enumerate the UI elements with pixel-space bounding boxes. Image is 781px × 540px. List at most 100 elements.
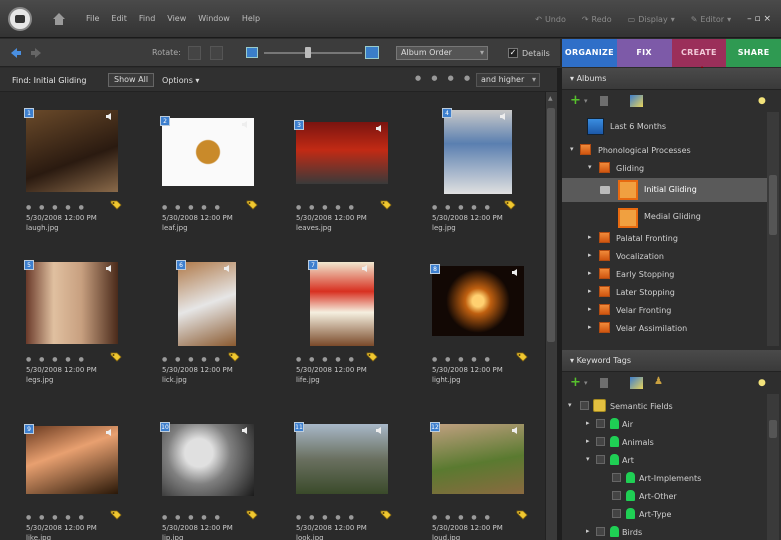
- chevron-down-icon[interactable]: ▾: [588, 163, 592, 171]
- chevron-down-icon[interactable]: ▾: [568, 401, 572, 409]
- chevron-right-icon[interactable]: ▸: [588, 287, 592, 295]
- editor-button[interactable]: ✎ Editor ▾: [691, 15, 731, 24]
- photo-rating-stars[interactable]: ● ● ● ● ●: [296, 514, 357, 521]
- albums-scrollbar-thumb[interactable]: [769, 175, 777, 235]
- photo-rating-stars[interactable]: ● ● ● ● ●: [296, 356, 357, 363]
- photo-cell[interactable]: 9 ● ● ● ● ● 5/30/2008 12:00 PM like.jpg: [22, 420, 140, 540]
- small-thumbnail-icon[interactable]: [246, 47, 258, 58]
- album-row[interactable]: ▸ Velar Fronting: [562, 302, 767, 320]
- album-row[interactable]: ▸ Later Stopping: [562, 284, 767, 302]
- menu-view[interactable]: View: [167, 14, 186, 23]
- photo-rating-stars[interactable]: ● ● ● ● ●: [26, 356, 87, 363]
- audio-caption-icon[interactable]: [512, 427, 520, 434]
- chevron-down-icon[interactable]: ▾: [584, 379, 588, 387]
- photo-rating-stars[interactable]: ● ● ● ● ●: [432, 356, 493, 363]
- audio-caption-icon[interactable]: [224, 265, 232, 272]
- lightbulb-icon[interactable]: ●: [758, 96, 766, 106]
- keyword-tag-icon[interactable]: [246, 508, 258, 520]
- thumbnail-size-slider[interactable]: [264, 52, 362, 54]
- photo-thumbnail[interactable]: [432, 266, 524, 336]
- display-button[interactable]: ▭ Display ▾: [628, 15, 675, 24]
- options-menu[interactable]: Options ▾: [162, 76, 199, 85]
- show-all-button[interactable]: Show All: [108, 73, 155, 87]
- photo-cell[interactable]: 1 ● ● ● ● ● 5/30/2008 12:00 PM laugh.jpg: [22, 108, 140, 240]
- photo-rating-stars[interactable]: ● ● ● ● ●: [432, 514, 493, 521]
- keyword-row[interactable]: ▸ Birds: [562, 524, 767, 540]
- keyword-checkbox[interactable]: [596, 527, 605, 536]
- keyword-tag-icon[interactable]: [110, 508, 122, 520]
- organizer-logo-icon[interactable]: [8, 7, 32, 31]
- back-arrow-icon[interactable]: [8, 46, 22, 60]
- tab-create[interactable]: CREATE: [671, 39, 727, 67]
- keyword-tag-icon[interactable]: [228, 350, 240, 362]
- menu-window[interactable]: Window: [198, 14, 230, 23]
- photo-thumbnail[interactable]: [26, 262, 118, 344]
- photo-thumbnail[interactable]: [296, 122, 388, 184]
- grid-scrollbar-thumb[interactable]: [547, 108, 555, 342]
- audio-caption-icon[interactable]: [512, 269, 520, 276]
- keyword-tag-icon[interactable]: [246, 198, 258, 210]
- audio-caption-icon[interactable]: [376, 125, 384, 132]
- keyword-checkbox[interactable]: [612, 491, 621, 500]
- chevron-down-icon[interactable]: ▾: [570, 145, 574, 153]
- keywords-scrollbar[interactable]: [767, 394, 779, 540]
- photo-rating-stars[interactable]: ● ● ● ● ●: [432, 204, 493, 211]
- delete-icon[interactable]: [600, 378, 608, 388]
- photo-thumbnail[interactable]: [162, 118, 254, 186]
- photo-cell[interactable]: 11 ● ● ● ● ● 5/30/2008 12:00 PM look.jpg: [292, 420, 410, 540]
- photo-cell[interactable]: 8 ● ● ● ● ● 5/30/2008 12:00 PM light.jpg: [428, 262, 546, 392]
- photo-thumbnail[interactable]: [432, 424, 524, 494]
- rating-filter-select[interactable]: and higher: [476, 73, 540, 87]
- album-row[interactable]: ▸ Velar Assimilation: [562, 320, 767, 338]
- menu-find[interactable]: Find: [139, 14, 155, 23]
- photo-cell[interactable]: 3 ● ● ● ● ● 5/30/2008 12:00 PM leaves.jpg: [292, 110, 410, 240]
- keyword-tag-icon[interactable]: [366, 350, 378, 362]
- album-row[interactable]: ▾ Gliding: [562, 160, 767, 178]
- album-row[interactable]: Medial Gliding: [562, 206, 767, 228]
- photo-rating-stars[interactable]: ● ● ● ● ●: [296, 204, 357, 211]
- photo-cell[interactable]: 6 ● ● ● ● ● 5/30/2008 12:00 PM lick.jpg: [158, 260, 276, 392]
- rotate-left-button[interactable]: [188, 46, 201, 60]
- photo-cell[interactable]: 4 ● ● ● ● ● 5/30/2008 12:00 PM leg.jpg: [428, 108, 546, 240]
- photo-thumbnail[interactable]: [26, 426, 118, 494]
- undo-button[interactable]: ↶ Undo: [535, 15, 566, 24]
- chevron-right-icon[interactable]: ▸: [588, 233, 592, 241]
- keyword-checkbox[interactable]: [596, 455, 605, 464]
- audio-caption-icon[interactable]: [106, 113, 114, 120]
- photo-rating-stars[interactable]: ● ● ● ● ●: [162, 356, 223, 363]
- keyword-row[interactable]: Art-Type: [562, 506, 767, 524]
- keyword-row[interactable]: Art-Implements: [562, 470, 767, 488]
- tab-fix[interactable]: FIX: [616, 39, 672, 67]
- photo-cell[interactable]: 5 ● ● ● ● ● 5/30/2008 12:00 PM legs.jpg: [22, 260, 140, 392]
- keywords-scrollbar-thumb[interactable]: [769, 420, 777, 438]
- home-icon[interactable]: [52, 12, 66, 26]
- photo-cell[interactable]: 7 ● ● ● ● ● 5/30/2008 12:00 PM life.jpg: [292, 260, 410, 392]
- album-row[interactable]: ▸ Early Stopping: [562, 266, 767, 284]
- photo-thumbnail[interactable]: [178, 262, 236, 346]
- keyword-tag-icon[interactable]: [380, 198, 392, 210]
- redo-button[interactable]: ↷ Redo: [582, 15, 612, 24]
- window-controls[interactable]: – ▫ ×: [747, 14, 771, 24]
- photo-rating-stars[interactable]: ● ● ● ● ●: [162, 514, 223, 521]
- scroll-up-icon[interactable]: ▲: [548, 95, 553, 102]
- keyword-row[interactable]: ▸ Air: [562, 416, 767, 434]
- delete-icon[interactable]: [600, 96, 608, 106]
- album-row[interactable]: ▾ Phonological Processes: [562, 142, 767, 160]
- slider-thumb[interactable]: [305, 47, 311, 58]
- keyword-checkbox[interactable]: [580, 401, 589, 410]
- tab-share[interactable]: SHARE: [726, 39, 781, 67]
- menu-help[interactable]: Help: [242, 14, 260, 23]
- photo-thumbnail[interactable]: [296, 424, 388, 494]
- menu-edit[interactable]: Edit: [111, 14, 127, 23]
- keyword-tags-header[interactable]: ▾ Keyword Tags: [562, 350, 781, 372]
- audio-caption-icon[interactable]: [106, 429, 114, 436]
- add-album-icon[interactable]: +: [570, 93, 581, 108]
- chevron-right-icon[interactable]: ▸: [588, 305, 592, 313]
- keyword-tag-icon[interactable]: [516, 508, 528, 520]
- keyword-row[interactable]: Art-Other: [562, 488, 767, 506]
- photo-rating-stars[interactable]: ● ● ● ● ●: [26, 204, 87, 211]
- photo-thumbnail[interactable]: [444, 110, 512, 194]
- chevron-right-icon[interactable]: ▸: [586, 527, 590, 535]
- chevron-right-icon[interactable]: ▸: [588, 323, 592, 331]
- photo-thumbnail[interactable]: [162, 424, 254, 496]
